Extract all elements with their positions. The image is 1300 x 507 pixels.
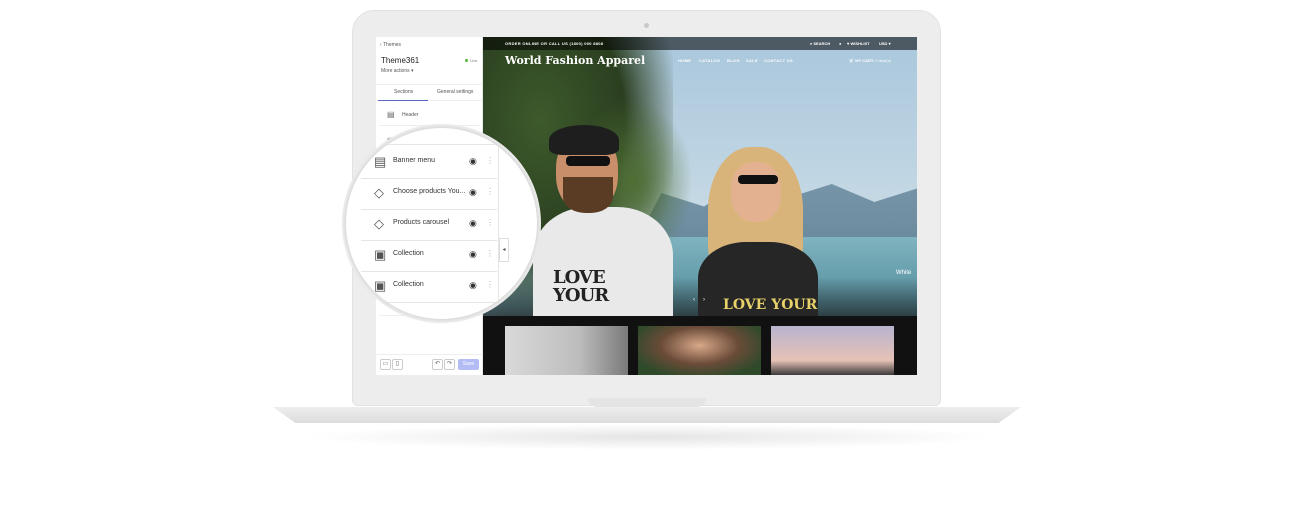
mag-section-row-choose-products[interactable]: ◇ Choose products You... ◉ ⋮ — [361, 179, 497, 210]
drag-handle-icon[interactable]: ⋮ — [486, 218, 494, 228]
tab-general-settings[interactable]: General settings — [437, 89, 473, 95]
mag-collapse-button[interactable]: ◂ — [499, 238, 509, 262]
currency-label: USD — [879, 41, 888, 46]
tag-icon: ◇ — [374, 216, 384, 231]
cart-label: MY CART: — [855, 58, 875, 63]
laptop-shadow — [300, 424, 1000, 450]
mag-section-row-collection-1[interactable]: ▣ Collection ◉ ⋮ — [361, 241, 497, 272]
mag-row-label: Choose products You... — [393, 188, 466, 195]
heart-icon: ♥ — [847, 41, 850, 46]
man-sunglasses — [566, 156, 610, 166]
featured-thumb-man[interactable] — [505, 326, 628, 375]
mag-partial-row — [361, 128, 497, 145]
drag-handle-icon[interactable]: ⋮ — [486, 280, 494, 290]
mag-section-row-banner-menu[interactable]: ▤ Banner menu ◉ ⋮ — [361, 148, 497, 179]
site-title[interactable]: World Fashion Apparel — [505, 54, 645, 67]
drag-handle-icon[interactable]: ⋮ — [486, 187, 494, 197]
site-wishlist-link[interactable]: ♥ WISHLIST — [847, 41, 870, 46]
active-tab-indicator — [378, 100, 428, 101]
undo-button[interactable]: ↶ — [432, 359, 443, 370]
store-preview: LOVE YOUR LOVE YOUR ORDER ONLINE OR CALL… — [483, 37, 917, 375]
wishlist-label: WISHLIST — [850, 41, 870, 46]
redo-button[interactable]: ↷ — [444, 359, 455, 370]
search-label: SEARCH — [813, 41, 831, 46]
slide-caption: White — [896, 270, 912, 276]
nav-blog[interactable]: BLOG — [727, 58, 740, 63]
back-link-label: Themes — [382, 42, 402, 48]
account-icon[interactable]: ● — [839, 41, 841, 46]
site-search-link[interactable]: ⌕ SEARCH — [810, 41, 830, 46]
desktop-view-button[interactable]: ▭ — [380, 359, 391, 370]
cart-icon: 🛒︎ — [849, 58, 855, 63]
tab-sections[interactable]: Sections — [394, 89, 413, 95]
live-dot-icon — [465, 59, 468, 63]
nav-home[interactable]: HOME — [678, 58, 691, 63]
collection-icon: ▣ — [374, 278, 387, 293]
more-actions-dropdown[interactable]: More actions ▾ — [381, 68, 414, 74]
featured-strip — [483, 316, 917, 375]
save-button[interactable]: Save — [458, 359, 479, 370]
nav-sale[interactable]: SALE — [746, 58, 758, 63]
woman-sunglasses — [738, 175, 778, 184]
nav-contact-us[interactable]: CONTACT US — [764, 58, 793, 63]
search-icon: ⌕ — [810, 41, 813, 46]
chevron-left-icon: ‹ — [380, 42, 382, 48]
woman-face — [731, 162, 781, 222]
more-actions-label: More actions — [381, 68, 410, 74]
laptop-base — [273, 407, 1021, 423]
eye-icon[interactable]: ◉ — [469, 249, 477, 259]
mag-sidebar-divider — [498, 128, 499, 319]
mag-row-label: Products carousel — [393, 219, 450, 226]
mag-section-row-products-carousel[interactable]: ◇ Products carousel ◉ ⋮ — [361, 210, 497, 241]
mag-row-label: Collection — [393, 281, 424, 288]
slide-prev-arrow-icon[interactable]: ‹ — [693, 297, 695, 303]
currency-selector[interactable]: USD ▾ — [879, 41, 891, 46]
laptop-camera — [644, 23, 649, 28]
drag-handle-icon[interactable]: ⋮ — [486, 156, 494, 166]
section-row-label: Header — [402, 112, 419, 118]
eye-icon[interactable]: ◉ — [469, 156, 477, 166]
nav-catalog[interactable]: CATALOG — [699, 58, 720, 63]
caret-down-icon: ▾ — [411, 68, 414, 74]
back-to-themes-link[interactable]: ‹ Themes — [380, 42, 401, 48]
mag-section-row-collection-2[interactable]: ▣ Collection ◉ ⋮ — [361, 272, 497, 303]
laptop-notch — [588, 398, 706, 407]
section-row-header[interactable]: ▤ Header — [379, 105, 480, 126]
live-badge: Live — [465, 58, 477, 63]
layout-banner-icon: ▤ — [374, 154, 387, 169]
live-label: Live — [470, 58, 478, 63]
magnifier-lens: ▤ Banner menu ◉ ⋮ ◇ Choose products You.… — [346, 128, 537, 319]
tag-icon: ◇ — [374, 185, 384, 200]
mag-row-label: Collection — [393, 250, 424, 257]
man-beard — [563, 177, 613, 213]
mobile-view-button[interactable]: ▯ — [392, 359, 403, 370]
featured-thumb-woman[interactable] — [638, 326, 761, 375]
slide-next-arrow-icon[interactable]: › — [703, 297, 705, 303]
sidebar-tabs: Sections General settings — [376, 84, 483, 101]
eye-icon[interactable]: ◉ — [469, 280, 477, 290]
featured-thumb-sunset[interactable] — [771, 326, 894, 375]
cart-count: 0 item(s) — [875, 58, 891, 63]
site-cart-link[interactable]: 🛒︎ MY CART: 0 item(s) — [849, 58, 891, 63]
caret-down-icon: ▾ — [888, 41, 891, 46]
site-contact-text: ORDER ONLINE OR CALL US (1800) 000 8808 — [505, 41, 604, 46]
theme-name: Theme361 — [381, 56, 420, 65]
mag-row-label: Banner menu — [393, 157, 436, 164]
eye-icon[interactable]: ◉ — [469, 218, 477, 228]
woman-shirt-print: LOVE YOUR — [723, 297, 818, 313]
eye-icon[interactable]: ◉ — [469, 187, 477, 197]
sidebar-footer: ▭ ▯ ↶ ↷ Save — [376, 354, 483, 375]
collection-icon: ▣ — [374, 247, 387, 262]
man-shirt-print: LOVE YOUR — [553, 267, 609, 306]
layout-header-icon: ▤ — [387, 110, 395, 119]
man-cap — [549, 125, 619, 155]
drag-handle-icon[interactable]: ⋮ — [486, 249, 494, 259]
